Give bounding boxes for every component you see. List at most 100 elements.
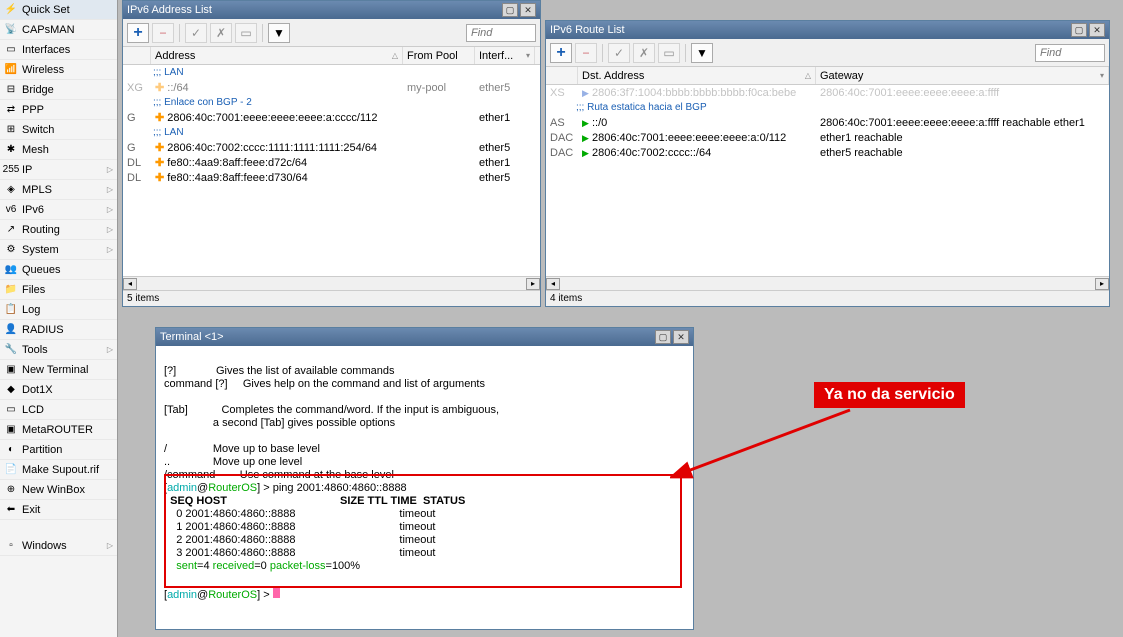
sidebar-item-routing[interactable]: ↗Routing▷ — [0, 220, 117, 240]
sidebar-item-label: Exit — [22, 504, 40, 516]
expand-icon: ▷ — [107, 345, 113, 354]
table-row[interactable]: DAC▶ 2806:40c:7001:eeee:eeee:eeee:a:0/11… — [546, 130, 1109, 145]
sidebar-item-system[interactable]: ⚙System▷ — [0, 240, 117, 260]
sidebar-item-ipv6[interactable]: v6IPv6▷ — [0, 200, 117, 220]
comment-button[interactable]: ▭ — [658, 43, 680, 63]
sidebar-item-ppp[interactable]: ⇄PPP — [0, 100, 117, 120]
sidebar-item-metarouter[interactable]: ▣MetaROUTER — [0, 420, 117, 440]
sidebar-item-label: MetaROUTER — [22, 424, 93, 436]
sidebar-icon: ▣ — [4, 363, 18, 377]
col-from-pool[interactable]: From Pool — [403, 47, 475, 64]
filter-button[interactable]: ▼ — [691, 43, 713, 63]
add-button[interactable]: + — [127, 23, 149, 43]
terminal-help-line: a second [Tab] gives possible options — [164, 417, 395, 429]
sidebar-item-tools[interactable]: 🔧Tools▷ — [0, 340, 117, 360]
sidebar-item-mpls[interactable]: ◈MPLS▷ — [0, 180, 117, 200]
window-titlebar[interactable]: IPv6 Address List ▢ ✕ — [123, 1, 540, 19]
disable-button[interactable]: ✗ — [633, 43, 655, 63]
window-titlebar[interactable]: IPv6 Route List ▢ ✕ — [546, 21, 1109, 39]
scroll-right-icon[interactable]: ▸ — [1095, 278, 1109, 290]
sidebar-item-lcd[interactable]: ▭LCD — [0, 400, 117, 420]
add-button[interactable]: + — [550, 43, 572, 63]
find-input[interactable] — [466, 24, 536, 42]
table-row[interactable]: ;;; LAN — [123, 125, 540, 140]
table-row[interactable]: XS▶ 2806:3f7:1004:bbbb:bbbb:bbbb:f0ca:be… — [546, 85, 1109, 100]
col-address[interactable]: Address△ — [151, 47, 403, 64]
sidebar-item-interfaces[interactable]: ▭Interfaces — [0, 40, 117, 60]
table-body: ;;; LANXG✚ ::/64my-poolether5;;; Enlace … — [123, 65, 540, 276]
sidebar-icon: 255 — [4, 163, 18, 177]
sidebar-item-radius[interactable]: 👤RADIUS — [0, 320, 117, 340]
table-row[interactable]: G✚ 2806:40c:7001:eeee:eeee:eeee:a:cccc/1… — [123, 110, 540, 125]
sidebar-item-switch[interactable]: ⊞Switch — [0, 120, 117, 140]
sidebar-item-log[interactable]: 📋Log — [0, 300, 117, 320]
table-row[interactable]: AS▶ ::/02806:40c:7001:eeee:eeee:eeee:a:f… — [546, 115, 1109, 130]
col-gateway[interactable]: Gateway▾ — [816, 67, 1109, 84]
sidebar-item-label: Files — [22, 284, 45, 296]
sidebar-item-files[interactable]: 📁Files — [0, 280, 117, 300]
scroll-left-icon[interactable]: ◂ — [546, 278, 560, 290]
sidebar-item-new-terminal[interactable]: ▣New Terminal — [0, 360, 117, 380]
table-row[interactable]: DL✚ fe80::4aa9:8aff:feee:d72c/64ether1 — [123, 155, 540, 170]
sidebar-item-quick-set[interactable]: ⚡Quick Set — [0, 0, 117, 20]
sidebar-item-windows[interactable]: ▫Windows▷ — [0, 536, 117, 556]
status-bar: 4 items — [546, 290, 1109, 306]
table-row[interactable]: XG✚ ::/64my-poolether5 — [123, 80, 540, 95]
minimize-button[interactable]: ▢ — [1071, 23, 1087, 37]
scroll-left-icon[interactable]: ◂ — [123, 278, 137, 290]
h-scrollbar[interactable]: ◂ ▸ — [123, 276, 540, 290]
sidebar-item-dot1x[interactable]: ◆Dot1X — [0, 380, 117, 400]
table-header: Dst. Address△ Gateway▾ — [546, 67, 1109, 85]
table-row[interactable]: ;;; LAN — [123, 65, 540, 80]
close-button[interactable]: ✕ — [673, 330, 689, 344]
close-button[interactable]: ✕ — [520, 3, 536, 17]
address-plus-icon: ✚ — [155, 82, 164, 94]
address-plus-icon: ✚ — [155, 172, 164, 184]
sidebar-item-partition[interactable]: ◐Partition — [0, 440, 117, 460]
table-row[interactable]: DL✚ fe80::4aa9:8aff:feee:d730/64ether5 — [123, 170, 540, 185]
find-input[interactable] — [1035, 44, 1105, 62]
ipv6-route-window: IPv6 Route List ▢ ✕ + − ✓ ✗ ▭ ▼ Dst. Add… — [545, 20, 1110, 307]
sidebar-item-exit[interactable]: ⬅Exit — [0, 500, 117, 520]
sidebar-icon: ▭ — [4, 403, 18, 417]
sidebar-item-capsman[interactable]: 📡CAPsMAN — [0, 20, 117, 40]
table-row[interactable]: DAC▶ 2806:40c:7002:cccc::/64ether5 reach… — [546, 145, 1109, 160]
table-row[interactable]: ;;; Enlace con BGP - 2 — [123, 95, 540, 110]
sidebar-item-label: Switch — [22, 124, 54, 136]
terminal-command: ping 2001:4860:4860::8888 — [273, 482, 407, 494]
sidebar-icon: ◆ — [4, 383, 18, 397]
terminal-body[interactable]: [?] Gives the list of available commands… — [156, 346, 693, 629]
close-button[interactable]: ✕ — [1089, 23, 1105, 37]
col-dst[interactable]: Dst. Address△ — [578, 67, 816, 84]
table-body: XS▶ 2806:3f7:1004:bbbb:bbbb:bbbb:f0ca:be… — [546, 85, 1109, 276]
col-flags[interactable] — [123, 47, 151, 64]
scroll-right-icon[interactable]: ▸ — [526, 278, 540, 290]
table-row[interactable]: G✚ 2806:40c:7002:cccc:1111:1111:1111:254… — [123, 140, 540, 155]
sidebar-item-queues[interactable]: 👥Queues — [0, 260, 117, 280]
sidebar-item-new-winbox[interactable]: ⊕New WinBox — [0, 480, 117, 500]
remove-button[interactable]: − — [152, 23, 174, 43]
sidebar-item-bridge[interactable]: ⊟Bridge — [0, 80, 117, 100]
table-row[interactable]: ;;; Ruta estatica hacia el BGP — [546, 100, 1109, 115]
sidebar-item-ip[interactable]: 255IP▷ — [0, 160, 117, 180]
disable-button[interactable]: ✗ — [210, 23, 232, 43]
h-scrollbar[interactable]: ◂ ▸ — [546, 276, 1109, 290]
sidebar-icon: 📋 — [4, 303, 18, 317]
sidebar-item-mesh[interactable]: ✱Mesh — [0, 140, 117, 160]
comment-button[interactable]: ▭ — [235, 23, 257, 43]
sidebar-icon: ↗ — [4, 223, 18, 237]
filter-button[interactable]: ▼ — [268, 23, 290, 43]
enable-button[interactable]: ✓ — [185, 23, 207, 43]
sidebar-item-wireless[interactable]: 📶Wireless — [0, 60, 117, 80]
minimize-button[interactable]: ▢ — [655, 330, 671, 344]
sidebar-item-label: MPLS — [22, 184, 52, 196]
minimize-button[interactable]: ▢ — [502, 3, 518, 17]
cursor-icon — [273, 586, 280, 598]
col-flags[interactable] — [546, 67, 578, 84]
window-titlebar[interactable]: Terminal <1> ▢ ✕ — [156, 328, 693, 346]
remove-button[interactable]: − — [575, 43, 597, 63]
sidebar-item-make-supout-rif[interactable]: 📄Make Supout.rif — [0, 460, 117, 480]
col-interface[interactable]: Interf...▾ — [475, 47, 535, 64]
enable-button[interactable]: ✓ — [608, 43, 630, 63]
route-icon: ▶ — [582, 118, 589, 128]
